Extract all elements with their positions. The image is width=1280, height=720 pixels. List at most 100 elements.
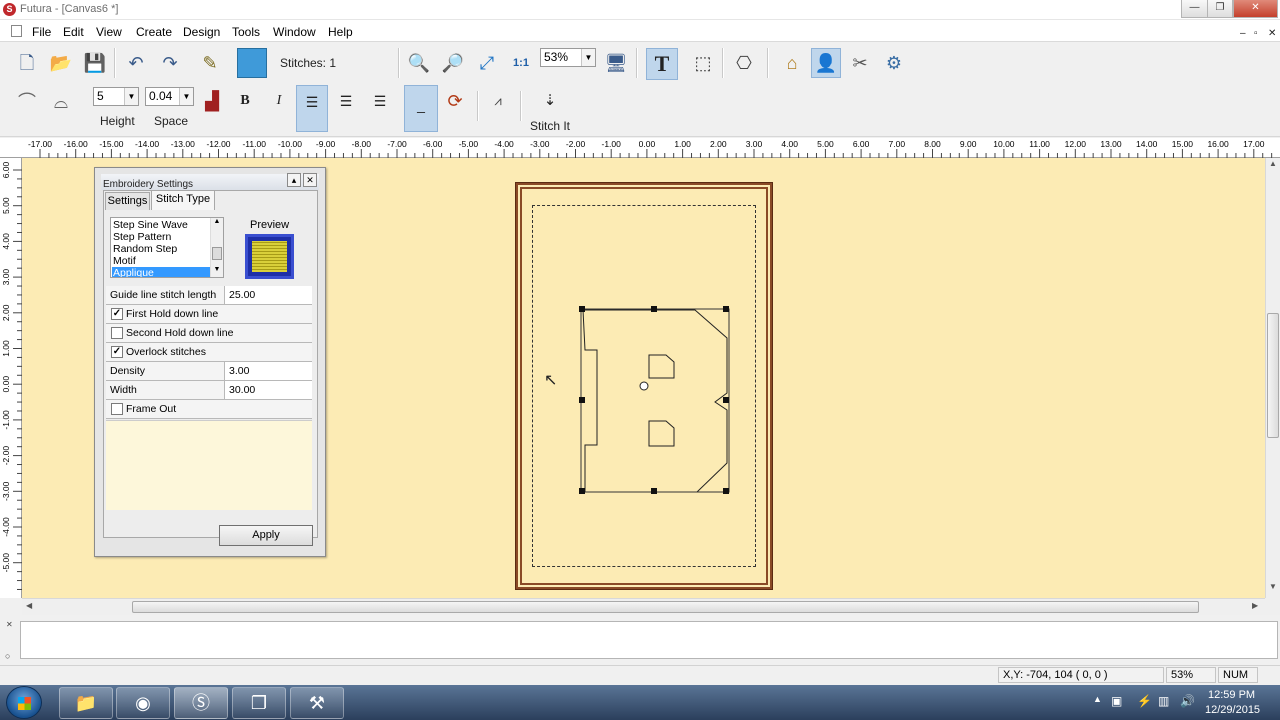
clock-time[interactable]: 12:59 PM (1208, 689, 1255, 701)
clock-date[interactable]: 12/29/2015 (1205, 704, 1260, 716)
chevron-down-icon[interactable]: ▼ (581, 49, 595, 66)
scroll-down-icon[interactable]: ▼ (1266, 582, 1280, 594)
vertical-scrollbar[interactable]: ▲ ▼ (1265, 158, 1280, 598)
underline-button[interactable]: _ (404, 85, 438, 132)
dialog-minimize-button[interactable]: ▴ (287, 173, 301, 187)
chrome-taskbar-icon[interactable]: ◉ (116, 687, 170, 719)
minimize-button[interactable]: — (1181, 0, 1208, 18)
stitch-type-list[interactable]: Step Sine Wave Step Pattern Random Step … (110, 217, 224, 278)
menu-window[interactable]: Window (273, 25, 316, 39)
list-item[interactable]: Motif (112, 255, 210, 267)
tray-expand-icon[interactable]: ▲ (1093, 694, 1102, 704)
letter-b-design[interactable] (570, 298, 740, 503)
list-scroll-thumb[interactable] (212, 247, 222, 260)
menu-create[interactable]: Create (136, 25, 172, 39)
arc-text-2-icon[interactable]: ⌓ (48, 89, 74, 115)
mdi-restore-button[interactable]: ▫ (1254, 28, 1258, 39)
align-right-button[interactable]: ☰ (367, 88, 393, 114)
house-icon[interactable]: ⌂ (779, 50, 805, 76)
pin-icon[interactable]: ○ (5, 651, 10, 661)
futura-taskbar-icon[interactable]: Ⓢ (174, 687, 228, 719)
color-swatch[interactable] (237, 48, 267, 78)
list-item[interactable]: Random Step (112, 243, 210, 255)
document-icon[interactable] (11, 25, 22, 37)
close-icon[interactable]: ✕ (6, 620, 13, 629)
scroll-up-icon[interactable]: ▲ (211, 218, 223, 225)
scroll-up-icon[interactable]: ▲ (1266, 159, 1280, 171)
cut-icon[interactable]: ✂ (847, 50, 873, 76)
new-file-icon[interactable]: 🗋 (14, 50, 40, 76)
start-button[interactable] (6, 686, 42, 719)
dialog-close-button[interactable]: ✕ (303, 173, 317, 187)
width-input[interactable]: 30.00 (224, 381, 312, 399)
chevron-down-icon[interactable]: ▼ (179, 88, 193, 105)
guide-line-input[interactable]: 25.00 (224, 286, 312, 304)
align-center-button[interactable]: ☰ (333, 88, 359, 114)
redo-icon[interactable]: ↷ (157, 50, 183, 76)
select-tool-icon[interactable]: ⬚ (690, 50, 716, 76)
close-button[interactable]: ✕ (1233, 0, 1278, 18)
scroll-right-icon[interactable]: ▶ (1252, 601, 1258, 610)
arc-text-icon[interactable]: ⌒ (14, 89, 40, 115)
tray-app-icon[interactable]: ▣ (1111, 694, 1122, 708)
kerning-icon[interactable]: ⩘ (485, 88, 511, 114)
window-taskbar-icon[interactable]: ❐ (232, 687, 286, 719)
overlock-checkbox[interactable]: ✓ (111, 346, 123, 358)
height-combo[interactable]: 5 ▼ (93, 87, 139, 106)
menu-view[interactable]: View (96, 25, 122, 39)
menu-help[interactable]: Help (328, 25, 353, 39)
stitch-it-label[interactable]: Stitch It (530, 119, 570, 133)
mdi-minimize-button[interactable]: – (1240, 28, 1246, 39)
photo-icon[interactable]: 👤 (811, 48, 841, 78)
italic-button[interactable]: I (266, 88, 292, 114)
chevron-down-icon[interactable]: ▼ (124, 88, 138, 105)
monitor-icon[interactable]: 🖥 (603, 50, 629, 76)
explorer-taskbar-icon[interactable]: 📁 (59, 687, 113, 719)
scroll-left-icon[interactable]: ◀ (26, 601, 32, 610)
height-label: Height (100, 114, 135, 128)
align-left-button[interactable]: ☰ (296, 85, 328, 132)
menu-edit[interactable]: Edit (63, 25, 84, 39)
actual-size-icon[interactable]: 1:1 (508, 50, 534, 76)
menu-tools[interactable]: Tools (232, 25, 260, 39)
network-icon[interactable]: ▥ (1158, 694, 1169, 708)
undo-icon[interactable]: ↶ (123, 50, 149, 76)
scroll-down-icon[interactable]: ▼ (211, 266, 223, 273)
mdi-close-button[interactable]: ✕ (1268, 28, 1276, 39)
zoom-out-icon[interactable]: 🔎 (440, 50, 466, 76)
apply-button[interactable]: Apply (219, 525, 313, 546)
horizontal-scroll-thumb[interactable] (132, 601, 1199, 613)
tab-stitch-type[interactable]: Stitch Type (151, 190, 215, 210)
settings-icon[interactable]: ⚙ (881, 50, 907, 76)
volume-icon[interactable]: 🔊 (1180, 694, 1195, 708)
density-input[interactable]: 3.00 (224, 362, 312, 380)
bold-button[interactable]: B (232, 88, 258, 114)
list-item[interactable]: Step Sine Wave (112, 219, 210, 231)
menu-design[interactable]: Design (183, 25, 220, 39)
first-hold-checkbox[interactable]: ✓ (111, 308, 123, 320)
fit-view-icon[interactable]: ⤢ (474, 50, 500, 76)
text-tool-icon[interactable]: T (646, 48, 678, 80)
zoom-in-icon[interactable]: 🔍 (406, 50, 432, 76)
tab-settings[interactable]: Settings (105, 192, 150, 210)
zoom-combo[interactable]: 53% ▼ (540, 48, 596, 67)
vertical-scroll-thumb[interactable] (1267, 313, 1279, 438)
frame-out-checkbox[interactable] (111, 403, 123, 415)
second-hold-checkbox[interactable] (111, 327, 123, 339)
pencil-icon[interactable]: ✎ (197, 50, 223, 76)
list-item[interactable]: Step Pattern (112, 231, 210, 243)
text-color-icon[interactable]: ▟ (199, 88, 225, 114)
space-combo[interactable]: 0.04 ▼ (145, 87, 194, 106)
save-icon[interactable]: 💾 (82, 50, 108, 76)
power-icon[interactable]: ⚡ (1137, 694, 1152, 708)
stitch-it-icon[interactable]: ⇣ (537, 88, 563, 114)
tools-taskbar-icon[interactable]: ⚒ (290, 687, 344, 719)
open-folder-icon[interactable]: 📂 (48, 50, 74, 76)
menu-file[interactable]: File (32, 25, 51, 39)
hoop-icon[interactable]: ⎔ (731, 50, 757, 76)
maximize-button[interactable]: ❐ (1207, 0, 1233, 18)
list-item-selected[interactable]: Applique (112, 267, 210, 277)
list-scrollbar[interactable]: ▲ ▼ (210, 218, 223, 277)
horizontal-scrollbar[interactable]: ◀ ▶ (22, 598, 1265, 615)
rotate-icon[interactable]: ⟳ (442, 88, 468, 114)
